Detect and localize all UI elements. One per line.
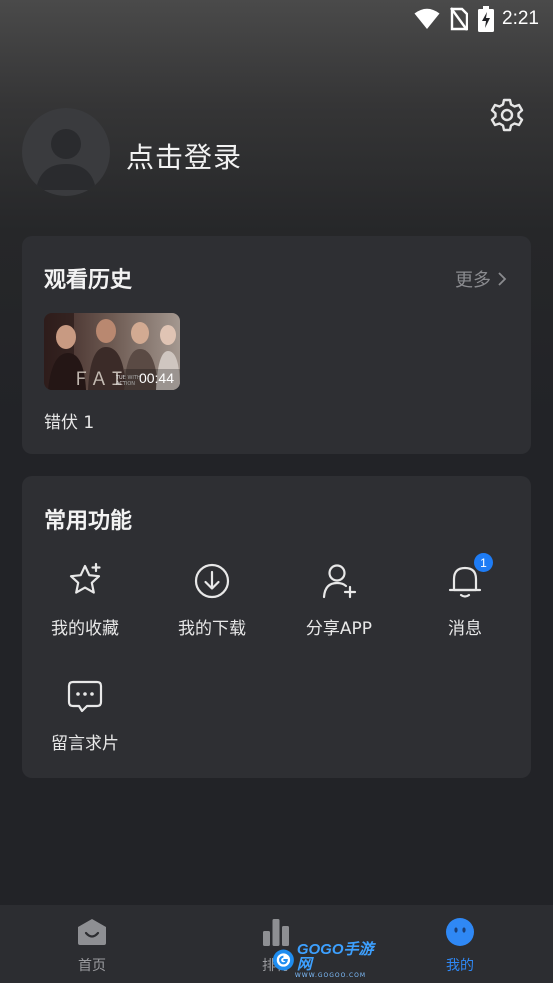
common-functions-title: 常用功能: [44, 509, 133, 534]
tab-mine[interactable]: 我的: [400, 905, 520, 983]
status-bar: 2:21: [0, 0, 553, 38]
message-icon: [65, 676, 105, 716]
tab-home-label: 首页: [78, 958, 106, 974]
history-title[interactable]: 错伏 1: [44, 408, 94, 433]
notification-badge: 1: [474, 553, 493, 572]
watermark-subtext: WWW.GOGOO.COM: [294, 971, 367, 979]
request-movie-label: 留言求片: [51, 734, 119, 754]
avatar[interactable]: [22, 108, 110, 196]
download-icon: [192, 561, 232, 601]
downloads-button[interactable]: 我的下载: [162, 561, 262, 639]
more-label: 更多: [455, 270, 491, 291]
default-avatar-icon: [36, 129, 96, 190]
no-sim-icon: [450, 7, 469, 31]
history-thumbnail[interactable]: ＦＡＩ TUE WITH ACTION 00:44: [44, 313, 180, 390]
favorites-label: 我的收藏: [51, 619, 119, 639]
common-functions-card: 常用功能 我的收藏 我的下载 分享APP 1 消息 留言求片: [22, 476, 531, 778]
tab-mine-label: 我的: [446, 958, 474, 974]
request-movie-button[interactable]: 留言求片: [35, 676, 135, 754]
watermark-g-icon: [272, 949, 294, 971]
watermark-text: GOGO手游网: [296, 940, 374, 973]
star-plus-icon: [65, 561, 105, 601]
messages-button[interactable]: 1 消息: [415, 553, 515, 639]
tab-home[interactable]: 首页: [32, 905, 152, 983]
settings-button[interactable]: [488, 98, 526, 136]
chevron-right-icon: [498, 272, 507, 286]
gear-icon: [489, 97, 525, 137]
history-duration: 00:44: [138, 370, 174, 386]
share-app-button[interactable]: 分享APP: [289, 561, 389, 639]
downloads-label: 我的下载: [178, 619, 246, 639]
watch-history-card: 观看历史 更多 ＦＡＩ TUE WITH ACTION 00:44 错伏 1: [22, 236, 531, 454]
wifi-icon: [414, 8, 440, 30]
add-user-icon: [319, 561, 359, 601]
profile-face-icon: [445, 917, 475, 947]
share-app-label: 分享APP: [305, 619, 373, 639]
status-time: 2:21: [502, 8, 539, 29]
battery-charging-icon: [478, 6, 495, 32]
more-link[interactable]: 更多: [455, 266, 507, 292]
ranking-icon: [261, 917, 291, 947]
login-link[interactable]: 点击登录: [126, 136, 242, 176]
watermark-logo: GOGO手游网 WWW.GOGOO.COM: [272, 940, 384, 979]
home-icon: [77, 917, 107, 947]
favorites-button[interactable]: 我的收藏: [35, 561, 135, 639]
bell-icon: 1: [445, 553, 493, 601]
watch-history-title: 观看历史: [44, 268, 133, 293]
messages-label: 消息: [448, 619, 482, 639]
